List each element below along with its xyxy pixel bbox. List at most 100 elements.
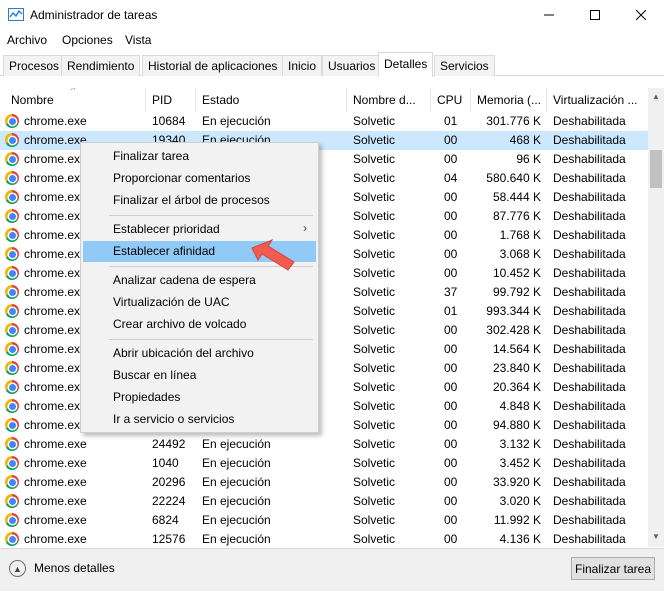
menu-item-finalizar-tarea[interactable]: Finalizar tarea	[83, 146, 316, 167]
chrome-icon	[5, 247, 19, 261]
cell-cpu: 01	[444, 304, 458, 318]
cell-cpu: 01	[444, 114, 458, 128]
cell-virt: Deshabilitada	[553, 171, 626, 185]
cell-cpu: 00	[444, 532, 458, 546]
tab-usuarios[interactable]: Usuarios	[322, 55, 382, 76]
annotation-arrow-icon	[251, 238, 295, 271]
table-row[interactable]: chrome.exe 10684 En ejecución Solvetic 01 301…	[0, 112, 648, 131]
chrome-icon	[5, 475, 19, 489]
chrome-icon	[5, 228, 19, 242]
table-row[interactable]: chrome.exe 12576 En ejecución Solvetic 00 4.1…	[0, 530, 648, 547]
chrome-icon	[5, 323, 19, 337]
menu-item-propiedades[interactable]: Propiedades	[83, 387, 316, 408]
cell-mem: 14.564 K	[492, 342, 541, 356]
menu-item-ir-a-servicio-o-servicios[interactable]: Ir a servicio o servicios	[83, 409, 316, 430]
cell-virt: Deshabilitada	[553, 418, 626, 432]
vertical-scrollbar[interactable]: ▲ ▼	[648, 88, 664, 547]
chrome-icon	[5, 380, 19, 394]
tab-servicios[interactable]: Servicios	[434, 55, 495, 76]
menu-bar: Archivo Opciones Vista	[0, 30, 664, 50]
column-header-nombre[interactable]: Nombre ^	[5, 88, 146, 112]
minimize-button[interactable]	[526, 0, 572, 30]
scroll-down-icon[interactable]: ▼	[648, 528, 664, 544]
cell-status: En ejecución	[202, 494, 271, 508]
cell-mem: 94.880 K	[492, 418, 541, 432]
cell-mem: 3.452 K	[499, 456, 541, 470]
tab-procesos[interactable]: Procesos	[3, 55, 66, 76]
chrome-icon	[5, 437, 19, 451]
column-header-estado[interactable]: Estado	[196, 88, 347, 112]
cell-name: chrome.exe	[24, 114, 87, 128]
cell-cpu: 04	[444, 171, 458, 185]
menu-item-label: Establecer prioridad	[113, 222, 220, 236]
cell-user: Solvetic	[353, 532, 396, 546]
table-row[interactable]: chrome.exe 22224 En ejecución Solvetic 00 3.0…	[0, 492, 648, 511]
menu-item-label: Finalizar tarea	[113, 149, 190, 163]
tab-detalles[interactable]: Detalles	[378, 52, 434, 77]
end-task-button[interactable]: Finalizar tarea	[571, 557, 655, 580]
table-row[interactable]: chrome.exe 24492 En ejecución Solvetic 00 3.1…	[0, 435, 648, 454]
cell-user: Solvetic	[353, 190, 396, 204]
cell-virt: Deshabilitada	[553, 285, 626, 299]
chrome-icon	[5, 494, 19, 508]
scrollbar-thumb[interactable]	[650, 150, 662, 188]
menu-item-label: Analizar cadena de espera	[113, 273, 256, 287]
menu-item-label: Crear archivo de volcado	[113, 317, 247, 331]
cell-mem: 302.428 K	[486, 323, 541, 337]
column-header-virtualizacion[interactable]: Virtualización ...	[547, 88, 648, 112]
cell-user: Solvetic	[353, 456, 396, 470]
tab-inicio[interactable]: Inicio	[282, 55, 323, 76]
cell-virt: Deshabilitada	[553, 228, 626, 242]
menu-item-label: Finalizar el árbol de procesos	[113, 193, 270, 207]
column-header-memoria[interactable]: Memoria (...	[471, 88, 547, 112]
cell-virt: Deshabilitada	[553, 342, 626, 356]
cell-cpu: 00	[444, 418, 458, 432]
chrome-icon	[5, 361, 19, 375]
cell-status: En ejecución	[202, 475, 271, 489]
menu-separator	[109, 339, 313, 340]
tab-rendimiento[interactable]: Rendimiento	[61, 55, 141, 76]
cell-user: Solvetic	[353, 323, 396, 337]
cell-user: Solvetic	[353, 513, 396, 527]
table-row[interactable]: chrome.exe 6824 En ejecución Solvetic 00 11.9…	[0, 511, 648, 530]
menu-item-crear-archivo-de-volcado[interactable]: Crear archivo de volcado	[83, 314, 316, 335]
cell-name: chrome.exe	[24, 513, 87, 527]
cell-mem: 96 K	[516, 152, 541, 166]
fewer-details-link[interactable]: Menos detalles	[34, 561, 115, 575]
cell-virt: Deshabilitada	[553, 361, 626, 375]
cell-pid: 24492	[152, 437, 186, 451]
chrome-icon	[5, 171, 19, 185]
cell-name: chrome.exe	[24, 475, 87, 489]
cell-virt: Deshabilitada	[553, 247, 626, 261]
minimize-icon	[544, 14, 554, 16]
table-row[interactable]: chrome.exe 1040 En ejecución Solvetic 00 3.45…	[0, 454, 648, 473]
chrome-icon	[5, 513, 19, 527]
menu-item-buscar-en-linea[interactable]: Buscar en línea	[83, 365, 316, 386]
menu-item-label: Proporcionar comentarios	[113, 171, 251, 185]
chevron-up-icon[interactable]: ▲	[9, 560, 26, 577]
tab-historial[interactable]: Historial de aplicaciones	[142, 55, 284, 76]
menu-vista[interactable]: Vista	[125, 33, 151, 47]
menu-item-label: Establecer afinidad	[113, 244, 216, 258]
menu-opciones[interactable]: Opciones	[62, 33, 113, 47]
cell-pid: 22224	[152, 494, 186, 508]
cell-mem: 4.136 K	[499, 532, 541, 546]
cell-cpu: 37	[444, 285, 458, 299]
menu-item-virtualizacion-de-uac[interactable]: Virtualización de UAC	[83, 292, 316, 313]
column-header-usuario[interactable]: Nombre d...	[347, 88, 431, 112]
cell-mem: 20.364 K	[492, 380, 541, 394]
column-header-pid[interactable]: PID	[146, 88, 196, 112]
menu-item-proporcionar-comentarios[interactable]: Proporcionar comentarios	[83, 168, 316, 189]
table-row[interactable]: chrome.exe 20296 En ejecución Solvetic 00 33.…	[0, 473, 648, 492]
scroll-up-icon[interactable]: ▲	[648, 88, 664, 104]
chrome-icon	[5, 285, 19, 299]
menu-item-finalizar-el-arbol-de-procesos[interactable]: Finalizar el árbol de procesos	[83, 190, 316, 211]
cell-mem: 468 K	[509, 133, 541, 147]
menu-item-abrir-ubicacion-del-archivo[interactable]: Abrir ubicación del archivo	[83, 343, 316, 364]
cell-user: Solvetic	[353, 228, 396, 242]
maximize-button[interactable]	[572, 0, 618, 30]
column-header-cpu[interactable]: CPU	[431, 88, 471, 112]
cell-user: Solvetic	[353, 285, 396, 299]
menu-archivo[interactable]: Archivo	[7, 33, 47, 47]
close-button[interactable]	[618, 0, 664, 30]
